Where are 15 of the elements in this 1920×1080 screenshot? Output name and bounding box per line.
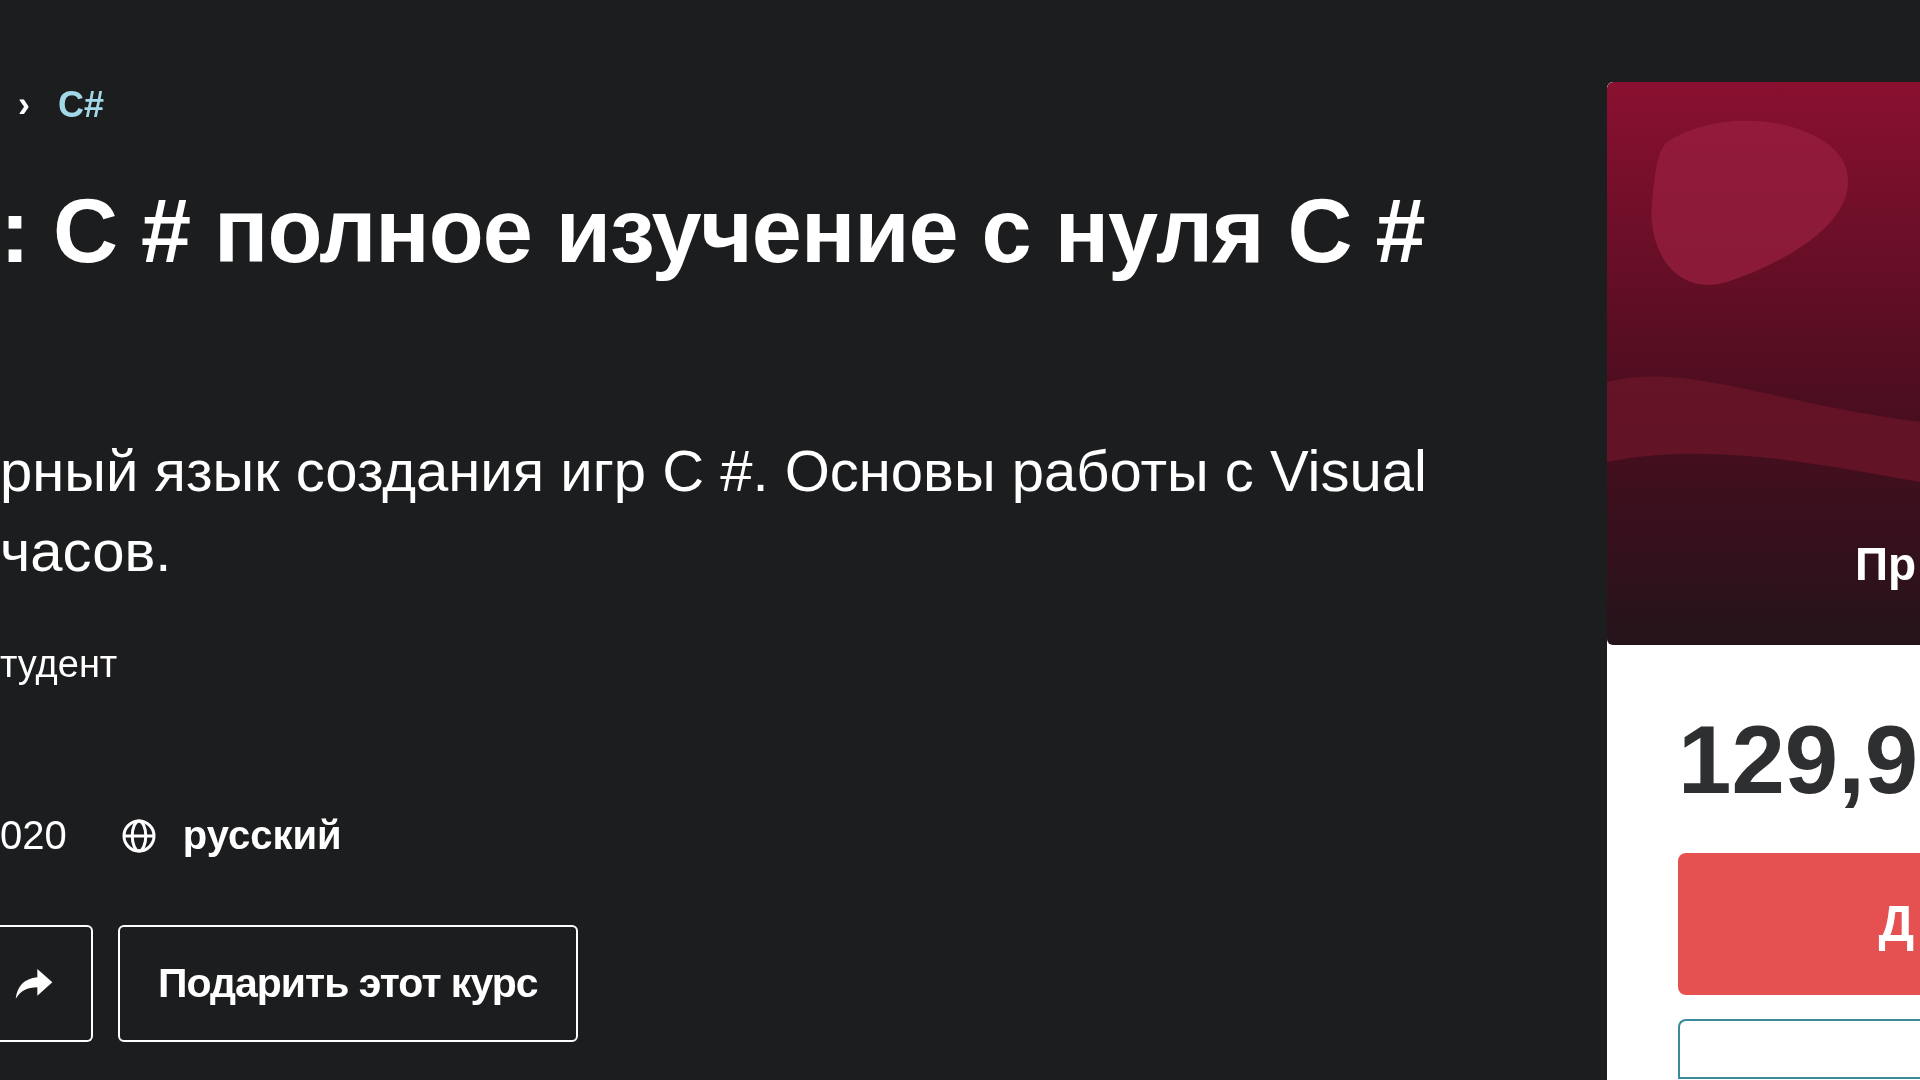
price: 129,9 xyxy=(1678,705,1919,815)
students-count: тудент xyxy=(0,643,118,686)
last-updated-date: 020 xyxy=(0,813,67,858)
breadcrumb-link[interactable]: C# xyxy=(58,84,105,126)
share-button[interactable] xyxy=(0,925,93,1042)
secondary-button[interactable] xyxy=(1678,1019,1920,1079)
globe-icon xyxy=(120,817,157,854)
course-subtitle: рный язык создания игр C #. Основы работы с Visual часов. xyxy=(0,437,1427,585)
preview-caption: Пр xyxy=(1855,537,1917,591)
breadcrumb-separator: › xyxy=(18,84,30,126)
share-icon xyxy=(14,966,54,1001)
add-to-cart-button[interactable]: Д xyxy=(1678,853,1920,995)
course-title: : C # полное изучение с нуля C # xyxy=(0,182,1425,281)
gift-course-button[interactable]: Подарить этот курс xyxy=(118,925,578,1042)
course-language: русский xyxy=(182,813,342,858)
